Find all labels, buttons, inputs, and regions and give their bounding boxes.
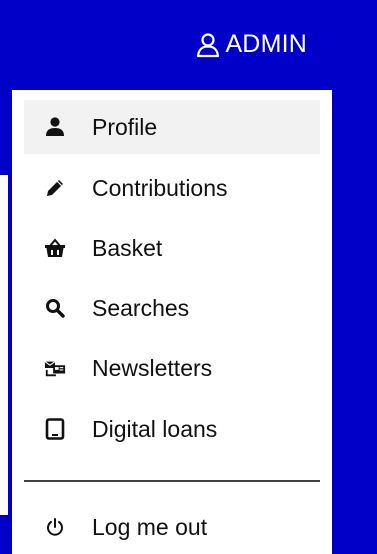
page-background-strip	[0, 175, 8, 515]
search-icon	[44, 297, 66, 319]
basket-icon	[44, 237, 66, 259]
menu-item-profile[interactable]: Profile	[24, 100, 320, 154]
user-icon	[44, 116, 66, 138]
menu-item-label: Log me out	[92, 513, 208, 540]
power-icon	[44, 516, 66, 538]
admin-label: ADMIN	[225, 30, 307, 58]
user-outline-icon	[195, 32, 225, 58]
menu-item-digital-loans[interactable]: Digital loans	[24, 402, 320, 456]
pencil-icon	[44, 177, 66, 199]
menu-item-label: Digital loans	[92, 415, 218, 442]
menu-item-label: Profile	[92, 113, 158, 140]
account-dropdown-menu: Profile Contributions Basket Searches Ne…	[12, 90, 332, 554]
menu-item-label: Contributions	[92, 174, 228, 201]
menu-item-basket[interactable]: Basket	[24, 221, 320, 275]
menu-item-searches[interactable]: Searches	[24, 281, 320, 335]
menu-item-label: Newsletters	[92, 354, 213, 381]
menu-item-label: Basket	[92, 234, 163, 261]
menu-item-label: Searches	[92, 294, 190, 321]
menu-divider	[24, 480, 320, 482]
tablet-icon	[44, 418, 66, 440]
menu-item-newsletters[interactable]: Newsletters	[24, 341, 320, 395]
menu-item-log-out[interactable]: Log me out	[24, 500, 320, 554]
admin-account-button[interactable]: ADMIN	[195, 30, 307, 59]
menu-item-contributions[interactable]: Contributions	[24, 161, 320, 215]
newsletter-icon	[44, 357, 66, 379]
